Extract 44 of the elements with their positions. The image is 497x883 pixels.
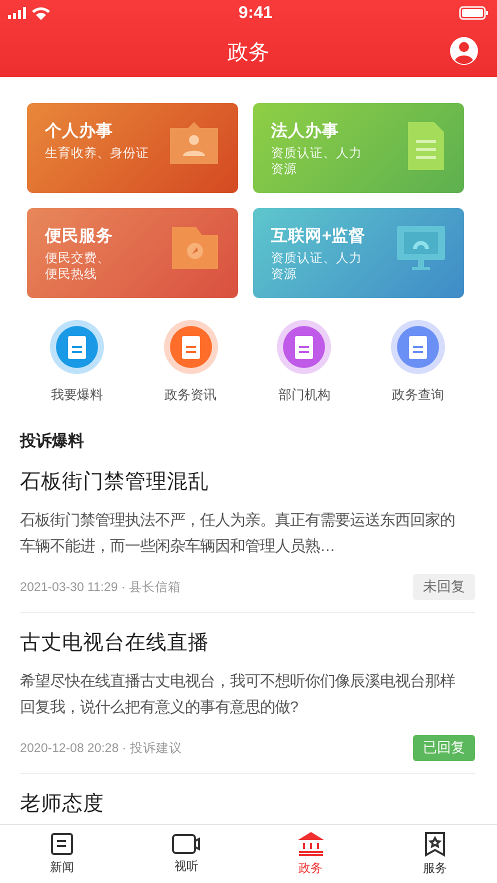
shortcut-label[interactable]: 部门机构 <box>278 386 330 404</box>
tab-label: 新闻 <box>50 859 74 876</box>
battery-icon <box>459 6 489 20</box>
tab-item[interactable]: 政务 <box>248 825 373 883</box>
post-title[interactable]: 古丈电视台在线直播 <box>20 628 475 656</box>
card-subtitle: 资质认证、人力资源 <box>271 145 363 177</box>
post-title[interactable]: 老师态度 <box>20 789 475 817</box>
page-title: 政务 <box>228 40 270 66</box>
post-meta: 2021-03-30 11:29 · 县长信箱 <box>20 578 181 596</box>
signal-icon <box>8 6 52 20</box>
user-profile-icon[interactable] <box>449 36 479 66</box>
shortcut-label[interactable]: 我要爆料 <box>50 386 103 404</box>
card-subtitle: 资质认证、人力资源 <box>271 250 363 282</box>
card-subtitle: 便民交费、便民热线 <box>45 250 111 282</box>
post-meta: 2020-12-08 20:28 · 投诉建议 <box>20 740 182 756</box>
tab-item[interactable]: 新闻 <box>0 825 124 883</box>
tab-item[interactable]: 服务 <box>372 825 497 883</box>
shortcut-label[interactable]: 政务查询 <box>392 386 444 404</box>
compass-folder-icon <box>170 225 220 271</box>
status-time: 9:41 <box>238 3 273 23</box>
id-card-icon <box>168 120 220 166</box>
monitor-icon <box>396 225 446 271</box>
tab-item[interactable]: 视听 <box>124 825 248 883</box>
post-body: 希望尽快在线直播古丈电视台，我可不想听你们像辰溪电视台那样回复我，说什么把有意义的事有意思的做? <box>20 672 456 718</box>
shortcut-label[interactable]: 政务资讯 <box>164 386 217 404</box>
document-icon[interactable] <box>164 320 218 374</box>
star-bookmark-icon <box>422 831 447 857</box>
post-title[interactable]: 石板街门禁管理混乱 <box>20 467 475 495</box>
tab-label: 政务 <box>298 860 323 877</box>
tab-label: 服务 <box>422 860 447 877</box>
government-building-icon <box>296 831 325 857</box>
card-title: 个人办事 <box>45 121 114 142</box>
document-icon <box>406 120 446 172</box>
card-subtitle: 生育收养、身份证 <box>45 145 149 161</box>
post-body: 石板街门禁管理执法不严，任人为亲。真正有需要运送东西回家的车辆不能进，而一些闲杂车辆因和管理人员熟… <box>20 511 456 557</box>
card-title: 便民服务 <box>45 226 114 247</box>
reply-status-badge: 未回复 <box>413 574 475 600</box>
news-icon <box>50 832 74 856</box>
tab-label: 视听 <box>174 858 198 875</box>
card-title: 互联网+监督 <box>271 226 366 247</box>
reply-status-badge: 已回复 <box>413 735 475 761</box>
card-title: 法人办事 <box>271 121 340 142</box>
video-camera-icon <box>172 833 200 855</box>
section-title: 投诉爆料 <box>20 431 85 452</box>
